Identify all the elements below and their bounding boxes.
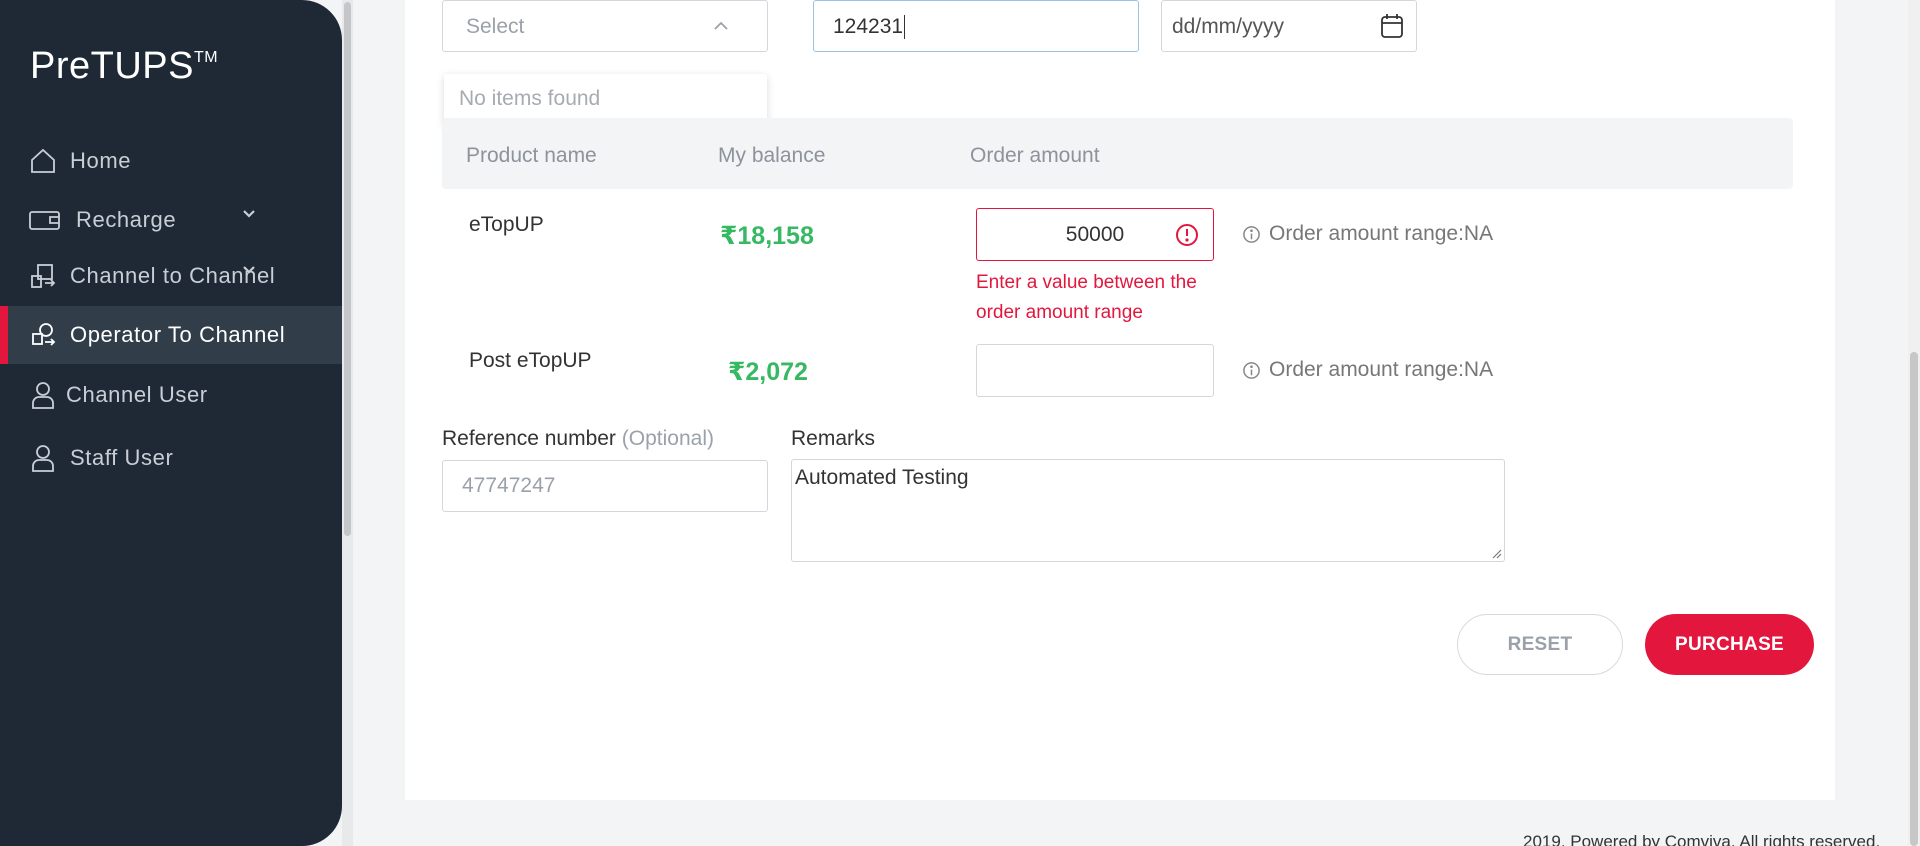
product-name: eTopUP <box>469 213 544 236</box>
sidebar-item-label: Recharge <box>76 207 177 232</box>
app-logo: PreTUPSTM <box>30 45 219 87</box>
order-amount-input[interactable]: 50000 <box>976 208 1214 261</box>
sidebar-item-label: Channel User <box>66 382 208 407</box>
sidebar-item-channel-user[interactable]: Channel User <box>0 366 342 424</box>
column-header-balance: My balance <box>718 144 826 167</box>
sidebar-item-label: Staff User <box>70 445 174 470</box>
operator-to-channel-icon <box>28 320 58 350</box>
date-input[interactable]: dd/mm/yyyy <box>1161 0 1417 52</box>
channel-to-channel-icon <box>28 261 58 291</box>
recharge-icon <box>28 205 62 235</box>
product-name: Post eTopUP <box>469 349 592 372</box>
sidebar-item-channel-to-channel[interactable]: Channel to Channel <box>0 247 342 305</box>
reset-button[interactable]: RESET <box>1457 614 1623 675</box>
user-icon <box>28 380 58 410</box>
info-icon <box>1243 361 1260 379</box>
column-header-order-amount: Order amount <box>970 144 1100 167</box>
sidebar: PreTUPSTM Home Recharge Channel to Chann… <box>0 0 342 846</box>
order-amount-error: Enter a value between the order amount r… <box>976 272 1197 323</box>
chevron-down-icon <box>243 266 255 274</box>
number-input[interactable]: 124231 <box>813 0 1139 52</box>
balance-value: ₹2,072 <box>728 358 808 386</box>
order-amount-input[interactable] <box>976 344 1214 397</box>
table-header: Product name My balance Order amount <box>442 118 1793 189</box>
sidebar-item-recharge[interactable]: Recharge <box>0 191 342 249</box>
sidebar-item-operator-to-channel[interactable]: Operator To Channel <box>0 306 342 364</box>
balance-value: ₹18,158 <box>720 222 814 250</box>
remarks-label: Remarks <box>791 427 876 450</box>
page-scrollbar[interactable] <box>1910 352 1918 846</box>
remarks-textarea[interactable]: Automated Testing <box>791 459 1505 562</box>
reference-label: Reference number (Optional) <box>442 427 714 450</box>
reference-number-input[interactable]: 47747247 <box>442 460 768 512</box>
chevron-up-icon <box>714 21 728 30</box>
chevron-down-icon <box>243 210 255 218</box>
sidebar-item-label: Home <box>70 148 132 173</box>
sidebar-item-staff-user[interactable]: Staff User <box>0 429 342 487</box>
alert-icon <box>1176 224 1198 246</box>
calendar-icon[interactable] <box>1380 13 1404 39</box>
sidebar-item-home[interactable]: Home <box>0 132 342 190</box>
info-icon <box>1243 225 1260 243</box>
user-icon <box>28 443 58 473</box>
column-header-product: Product name <box>466 144 597 167</box>
footer-text: 2019, Powered by Comviva. All rights res… <box>1523 832 1881 846</box>
purchase-button[interactable]: PURCHASE <box>1645 614 1814 675</box>
home-icon <box>28 146 58 176</box>
sidebar-item-label: Operator To Channel <box>70 322 286 347</box>
order-amount-range: Order amount range:NA <box>1242 358 1493 382</box>
product-select[interactable]: Select <box>442 0 768 52</box>
order-amount-range: Order amount range:NA <box>1242 222 1493 246</box>
resize-grip-icon[interactable] <box>1490 547 1502 559</box>
sidebar-scrollbar[interactable] <box>344 2 351 536</box>
